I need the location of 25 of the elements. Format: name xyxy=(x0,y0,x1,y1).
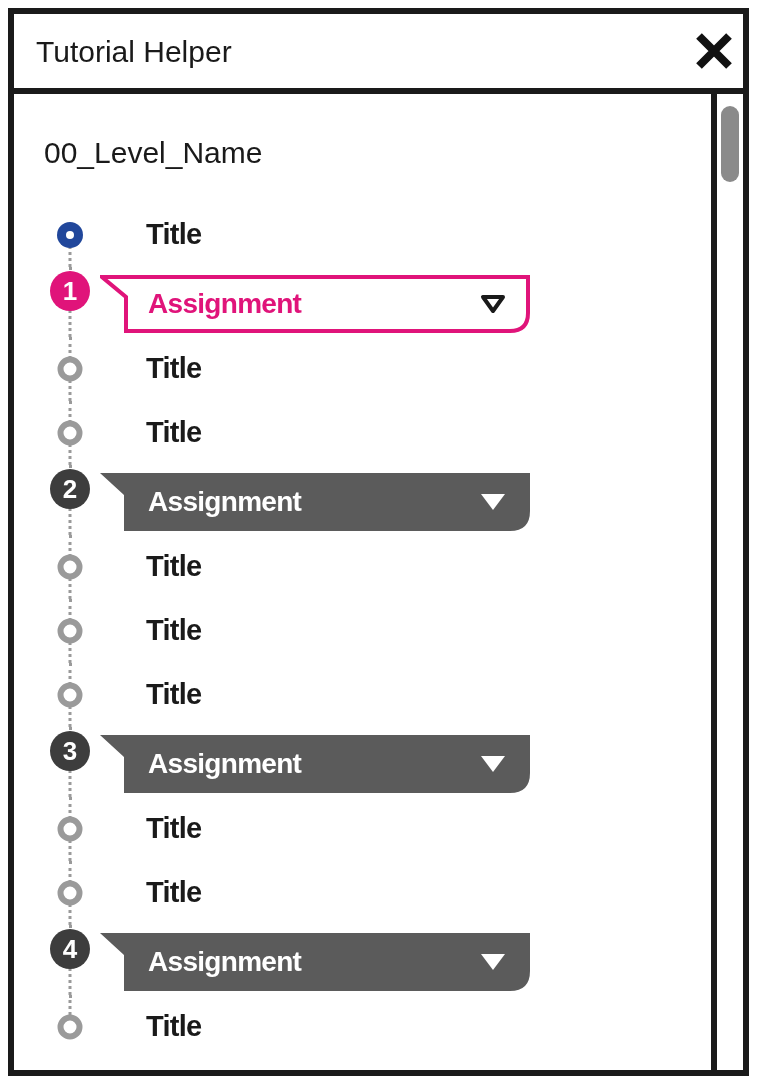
step-title: Title xyxy=(146,875,202,911)
caret-down-icon xyxy=(480,294,506,314)
step-title: Title xyxy=(146,415,202,451)
step-title: Title xyxy=(146,217,202,253)
step-title: Title xyxy=(146,677,202,713)
step-title: Title xyxy=(146,811,202,847)
assignment-dropdown[interactable]: Assignment xyxy=(100,275,530,333)
caret-down-icon xyxy=(480,754,506,774)
caret-down-icon xyxy=(480,492,506,512)
step-number-badge: 1 xyxy=(50,271,90,311)
assignment-dropdown[interactable]: Assignment xyxy=(100,933,530,991)
level-name: 00_Level_Name xyxy=(44,135,264,171)
window-title: Tutorial Helper xyxy=(36,33,232,70)
assignment-dropdown[interactable]: Assignment xyxy=(100,473,530,531)
step-title: Title xyxy=(146,351,202,387)
step-number-badge: 3 xyxy=(50,731,90,771)
assignment-dropdown[interactable]: Assignment xyxy=(100,735,530,793)
step-number-badge: 4 xyxy=(50,929,90,969)
step-title: Title xyxy=(146,613,202,649)
step-title: Title xyxy=(146,549,202,585)
step-title: Title xyxy=(146,1009,202,1045)
step-number-badge: 2 xyxy=(50,469,90,509)
close-icon xyxy=(694,31,734,71)
caret-down-icon xyxy=(480,952,506,972)
scrollbar-thumb[interactable] xyxy=(721,106,739,182)
